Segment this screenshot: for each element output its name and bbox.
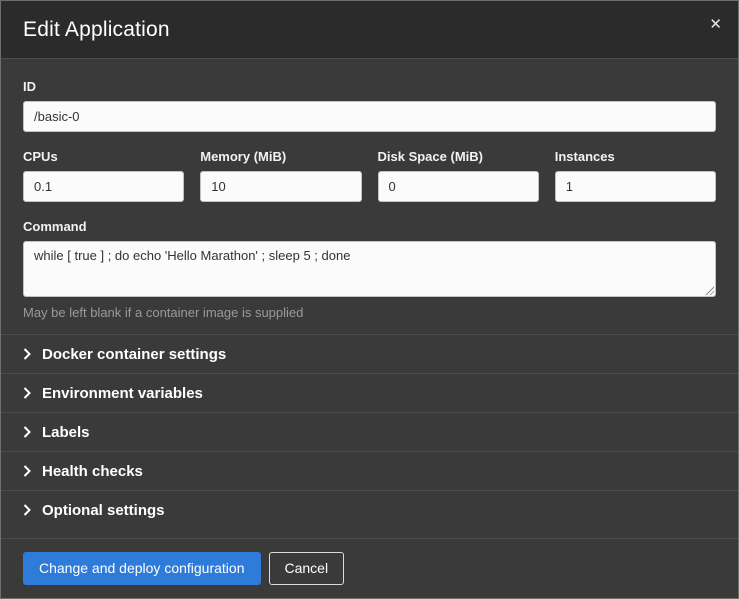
modal-body: ID CPUs Memory (MiB) Disk Space (MiB) In… [1,59,738,334]
chevron-right-icon [23,465,31,477]
cancel-button[interactable]: Cancel [269,552,345,585]
section-label: Optional settings [42,502,165,519]
instances-field-group: Instances [555,149,716,202]
modal-footer: Change and deploy configuration Cancel [1,538,738,598]
section-label: Health checks [42,463,143,480]
section-health-checks[interactable]: Health checks [1,451,738,490]
section-environment-variables[interactable]: Environment variables [1,373,738,412]
disk-input[interactable] [378,171,539,202]
section-label: Environment variables [42,385,203,402]
section-label: Docker container settings [42,346,226,363]
chevron-right-icon [23,426,31,438]
memory-label: Memory (MiB) [200,149,361,164]
id-field-group: ID [23,79,716,132]
id-label: ID [23,79,716,94]
instances-label: Instances [555,149,716,164]
instances-input[interactable] [555,171,716,202]
section-label: Labels [42,424,90,441]
close-icon[interactable]: ✕ [709,17,722,32]
command-label: Command [23,219,716,234]
modal-header: Edit Application ✕ [1,1,738,59]
disk-field-group: Disk Space (MiB) [378,149,539,202]
command-input[interactable]: while [ true ] ; do echo 'Hello Marathon… [23,241,716,297]
chevron-right-icon [23,387,31,399]
memory-field-group: Memory (MiB) [200,149,361,202]
cpus-input[interactable] [23,171,184,202]
modal-title: Edit Application [23,18,714,42]
memory-input[interactable] [200,171,361,202]
collapsible-sections: Docker container settings Environment va… [1,334,738,529]
edit-application-modal: Edit Application ✕ ID CPUs Memory (MiB) … [0,0,739,599]
change-and-deploy-button[interactable]: Change and deploy configuration [23,552,261,585]
cpus-field-group: CPUs [23,149,184,202]
cpus-label: CPUs [23,149,184,164]
resources-row: CPUs Memory (MiB) Disk Space (MiB) Insta… [23,149,716,202]
section-labels[interactable]: Labels [1,412,738,451]
disk-label: Disk Space (MiB) [378,149,539,164]
command-help-text: May be left blank if a container image i… [23,305,716,320]
id-input[interactable] [23,101,716,132]
section-optional-settings[interactable]: Optional settings [1,490,738,529]
chevron-right-icon [23,348,31,360]
section-docker-container-settings[interactable]: Docker container settings [1,334,738,373]
chevron-right-icon [23,504,31,516]
command-field-group: Command while [ true ] ; do echo 'Hello … [23,219,716,320]
